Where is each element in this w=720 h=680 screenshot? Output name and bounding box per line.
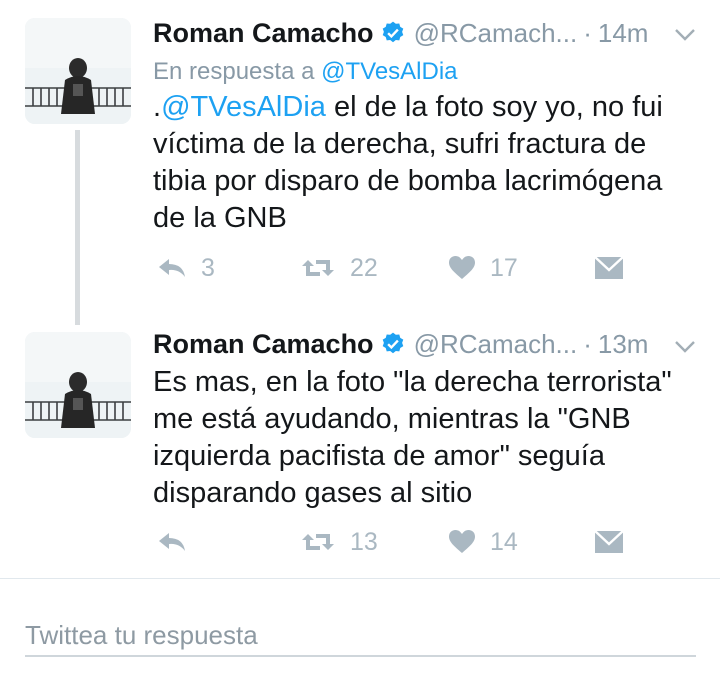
like-icon [449, 530, 475, 553]
retweet-count: 13 [350, 527, 378, 556]
retweet-button[interactable]: 13 [300, 527, 378, 557]
divider [0, 578, 720, 579]
caret-down-icon[interactable] [674, 28, 696, 42]
dm-button[interactable] [593, 527, 625, 557]
reply-prefix: En respuesta a [153, 58, 315, 85]
avatar[interactable] [25, 332, 131, 438]
like-button[interactable]: 17 [448, 253, 518, 283]
reply-icon [159, 533, 185, 551]
like-count: 14 [490, 527, 518, 556]
caret-down-icon[interactable] [674, 340, 696, 354]
tweet[interactable]: Roman Camacho @RCamach... · 14m En respu… [0, 0, 720, 325]
separator-dot: · [583, 17, 592, 48]
avatar[interactable] [25, 18, 131, 124]
like-count: 17 [490, 253, 518, 282]
tweet-text: Es mas, en la foto "la derecha terrorist… [153, 366, 672, 509]
dm-icon [594, 530, 624, 553]
dm-button[interactable] [593, 253, 625, 283]
author-handle[interactable]: @RCamach... [414, 18, 578, 49]
timestamp[interactable]: 13m [598, 329, 649, 360]
tweet-header: Roman Camacho @RCamach... · 14m [153, 17, 648, 49]
author-handle[interactable]: @RCamach... [414, 329, 578, 360]
tweet[interactable]: Roman Camacho @RCamach... · 13m Es mas, … [0, 320, 720, 570]
reply-button[interactable]: 3 [157, 253, 215, 283]
timestamp[interactable]: 14m [598, 18, 649, 49]
verified-icon [382, 21, 403, 43]
author-name[interactable]: Roman Camacho [153, 329, 374, 360]
tweet-text: .@TVesAlDia el de la foto soy yo, no fui… [153, 89, 698, 237]
mention-link[interactable]: @TVesAlDia [161, 91, 326, 123]
separator-dot: · [583, 328, 592, 359]
like-icon [449, 256, 475, 279]
author-name[interactable]: Roman Camacho [153, 18, 374, 49]
tweet-actions: 3 22 17 [153, 253, 633, 283]
dm-icon [594, 256, 624, 279]
retweet-icon [302, 260, 334, 276]
retweet-count: 22 [350, 253, 378, 282]
thread-line [75, 130, 80, 325]
verified-icon [382, 332, 403, 354]
text-prefix: . [153, 91, 162, 123]
reply-compose-input[interactable] [25, 615, 696, 657]
like-button[interactable]: 14 [448, 527, 518, 557]
retweet-button[interactable]: 22 [300, 253, 378, 283]
tweet-actions: 13 14 [153, 527, 633, 557]
reply-context: En respuesta a @TVesAlDia [153, 58, 458, 86]
tweet-header: Roman Camacho @RCamach... · 13m [153, 328, 648, 360]
reply-button[interactable] [157, 527, 187, 557]
reply-mention-link[interactable]: @TVesAlDia [321, 58, 457, 85]
retweet-icon [302, 534, 334, 550]
reply-icon [159, 259, 185, 277]
reply-count: 3 [201, 253, 215, 282]
